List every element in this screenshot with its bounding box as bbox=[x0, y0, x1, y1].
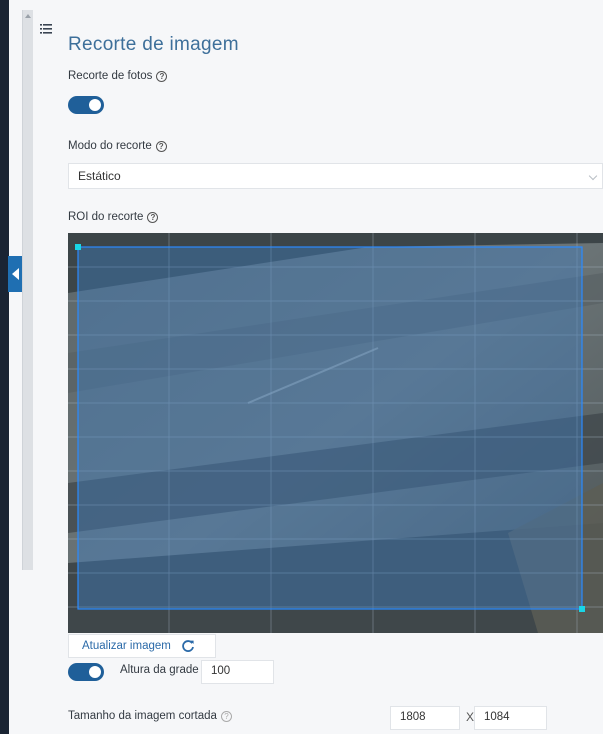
crop-mode-value: Estático bbox=[78, 169, 121, 183]
app-window: Recorte de imagem Recorte de fotos ? Mod… bbox=[0, 0, 603, 734]
toggle-knob bbox=[89, 666, 101, 678]
crop-width-input[interactable]: 1808 bbox=[390, 706, 460, 730]
crop-settings-panel: Recorte de imagem Recorte de fotos ? Mod… bbox=[60, 10, 603, 734]
roi-handle-bottom-right[interactable] bbox=[579, 606, 585, 612]
chevron-down-icon bbox=[588, 171, 598, 181]
help-icon[interactable]: ? bbox=[155, 140, 167, 152]
crop-mode-label-row: Modo do recorte ? bbox=[68, 140, 167, 152]
chevron-left-icon bbox=[11, 268, 19, 280]
photo-crop-label: Recorte de fotos bbox=[68, 70, 153, 82]
scroll-up-icon[interactable] bbox=[25, 14, 31, 18]
road-photo bbox=[68, 233, 603, 633]
cropped-size-label-row: Tamanho da imagem cortada ? bbox=[68, 710, 232, 722]
crop-height-input[interactable]: 1084 bbox=[474, 706, 547, 730]
panel-title: Recorte de imagem bbox=[68, 34, 239, 55]
toggle-knob bbox=[89, 99, 101, 111]
photo-crop-label-row: Recorte de fotos ? bbox=[68, 70, 168, 82]
cropped-size-label: Tamanho da imagem cortada bbox=[68, 710, 217, 722]
size-separator: X bbox=[466, 710, 475, 724]
grid-toggle[interactable] bbox=[68, 663, 104, 681]
update-image-button[interactable]: Atualizar imagem bbox=[68, 634, 216, 658]
grid-height-label: Altura da grade bbox=[120, 664, 199, 676]
photo-crop-toggle[interactable] bbox=[68, 96, 104, 114]
grid-height-input[interactable]: 100 bbox=[201, 660, 274, 684]
collapse-panel-button[interactable] bbox=[8, 256, 22, 292]
roi-label: ROI do recorte bbox=[68, 211, 144, 223]
list-icon[interactable] bbox=[40, 24, 52, 34]
crop-mode-label: Modo do recorte bbox=[68, 140, 152, 152]
help-icon[interactable]: ? bbox=[147, 211, 159, 223]
update-image-label: Atualizar imagem bbox=[82, 640, 171, 652]
help-icon[interactable]: ? bbox=[156, 70, 168, 82]
roi-crop-image[interactable] bbox=[68, 233, 603, 633]
help-icon[interactable]: ? bbox=[220, 710, 232, 722]
roi-handle-top-left[interactable] bbox=[75, 244, 81, 250]
crop-mode-select[interactable]: Estático bbox=[68, 163, 603, 189]
roi-label-row: ROI do recorte ? bbox=[68, 211, 159, 223]
refresh-icon bbox=[182, 640, 194, 652]
roi-rectangle[interactable] bbox=[77, 246, 583, 610]
left-nav-strip bbox=[0, 0, 9, 734]
side-scrollbar[interactable] bbox=[22, 10, 33, 570]
